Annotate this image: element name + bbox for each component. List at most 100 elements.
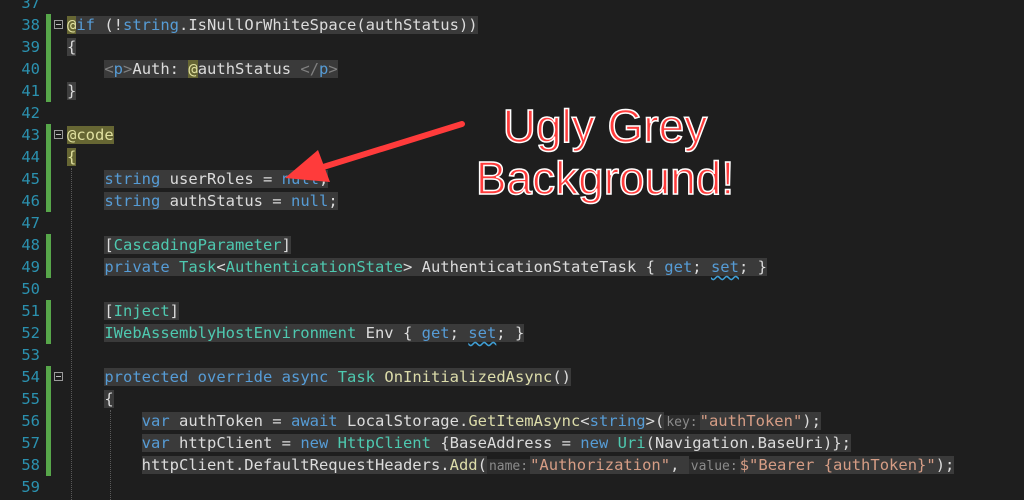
line-number: 52 (21, 324, 40, 342)
code-text: { (67, 36, 77, 58)
code-line[interactable]: 52 IWebAssemblyHostEnvironment Env { get… (0, 322, 1024, 344)
code-text: httpClient.DefaultRequestHeaders.Add(nam… (67, 454, 955, 478)
line-number: 49 (21, 258, 40, 276)
code-token: Env { (356, 324, 422, 342)
code-line[interactable]: 37 (0, 0, 1024, 14)
line-number: 42 (21, 104, 40, 122)
change-indicator (46, 190, 51, 212)
code-line[interactable]: 39 { (0, 36, 1024, 58)
line-number: 56 (21, 412, 40, 430)
code-token: > (123, 60, 133, 78)
line-number: 38 (21, 16, 40, 34)
code-token: [ (104, 302, 114, 320)
annotation-line-1: Ugly Grey (502, 99, 708, 153)
indent-guide (110, 410, 111, 500)
code-token: () (552, 368, 572, 386)
code-token: value: (688, 459, 740, 474)
line-number: 45 (21, 170, 40, 188)
line-number: 54 (21, 368, 40, 386)
code-text: private Task<AuthenticationState> Authen… (67, 256, 767, 278)
code-text: string authStatus = null; (67, 190, 338, 212)
code-token: AuthenticationState (225, 258, 403, 276)
code-token: {BaseAddress = (430, 434, 581, 452)
code-line[interactable]: 53 (0, 344, 1024, 366)
change-indicator (46, 432, 51, 454)
code-line[interactable]: 47 (0, 212, 1024, 234)
code-text: string userRoles = null; (67, 168, 329, 190)
code-text: @code (67, 124, 114, 146)
code-text: [Inject] (67, 300, 180, 322)
code-token: override (197, 368, 273, 386)
code-token: , (670, 456, 689, 474)
code-line[interactable]: 41} (0, 80, 1024, 102)
code-token (272, 368, 282, 386)
change-indicator (46, 388, 51, 410)
code-line[interactable]: 38 @if (!string.IsNullOrWhiteSpace(authSt… (0, 14, 1024, 36)
code-text: var httpClient = new HttpClient {BaseAdd… (67, 432, 851, 454)
code-line[interactable]: 55 { (0, 388, 1024, 410)
collapse-icon[interactable] (54, 372, 63, 381)
code-token: [ (104, 236, 114, 254)
collapse-icon[interactable] (54, 20, 63, 29)
code-token: { (67, 38, 77, 56)
code-line[interactable]: 56 var authToken = await LocalStorage.Ge… (0, 410, 1024, 432)
code-token: ; (318, 170, 329, 188)
code-token: GetItemAsync (468, 412, 581, 430)
code-token: OnInitializedAsync (384, 368, 553, 386)
code-line[interactable]: 54 protected override async Task OnIniti… (0, 366, 1024, 388)
code-token (188, 368, 198, 386)
code-line[interactable]: 57 var httpClient = new HttpClient {Base… (0, 432, 1024, 454)
code-token: Uri (617, 434, 646, 452)
code-line[interactable]: 40 <p>Auth: @authStatus </p> (0, 58, 1024, 80)
code-text: } (67, 80, 77, 102)
code-token: httpClient = (169, 434, 301, 452)
change-indicator (46, 300, 51, 322)
code-token: set (468, 324, 497, 342)
code-token: { (67, 148, 77, 166)
line-number: 41 (21, 82, 40, 100)
code-token: Auth: (132, 60, 189, 78)
code-line[interactable]: 50 (0, 278, 1024, 300)
code-token: { (104, 390, 114, 408)
code-token: var (141, 434, 170, 452)
code-line[interactable]: 49 private Task<AuthenticationState> Aut… (0, 256, 1024, 278)
code-token: key: (664, 415, 700, 430)
collapse-icon[interactable] (54, 130, 63, 139)
code-token: "authToken" (699, 412, 803, 430)
annotation-line-2: Background! (475, 151, 735, 205)
line-number: 55 (21, 390, 40, 408)
code-token: authStatus = (160, 192, 291, 210)
code-token: new (580, 434, 609, 452)
code-token: await (290, 412, 338, 430)
code-token: >( (645, 412, 665, 430)
code-token (328, 368, 338, 386)
code-editor[interactable]: 37 38 @if (!string.IsNullOrWhiteSpace(auth… (0, 0, 1024, 500)
code-line[interactable]: 48 [CascadingParameter] (0, 234, 1024, 256)
code-line[interactable]: 58 httpClient.DefaultRequestHeaders.Add(… (0, 454, 1024, 476)
code-token: > (328, 60, 338, 78)
code-token: ; (692, 258, 711, 276)
code-token: name: (486, 459, 531, 474)
change-indicator (46, 454, 51, 476)
code-line[interactable]: 51 [Inject] (0, 300, 1024, 322)
code-token: authToken = (169, 412, 291, 430)
code-token: string (589, 412, 646, 430)
code-token: httpClient.DefaultRequestHeaders. (141, 456, 450, 474)
code-token: get (664, 258, 693, 276)
code-token: ] (281, 236, 291, 254)
line-number: 59 (21, 478, 40, 496)
line-number: 43 (21, 126, 40, 144)
code-token: (! (95, 16, 124, 34)
code-line[interactable]: 59 (0, 476, 1024, 498)
code-token: get (421, 324, 450, 342)
